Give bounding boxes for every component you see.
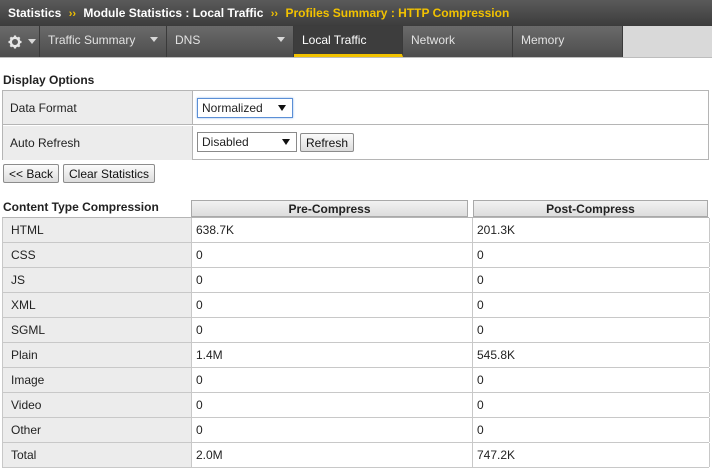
pre-compress-cell: 0 (192, 268, 473, 292)
table-row: CSS 0 0 (3, 243, 710, 268)
content-type-cell: Image (3, 368, 192, 392)
tab-label: Memory (521, 33, 565, 47)
content-type-cell: Other (3, 418, 192, 442)
tab-traffic-summary[interactable]: Traffic Summary (40, 26, 167, 57)
table-row: Other 0 0 (3, 418, 710, 443)
column-header-post-compress: Post-Compress (473, 200, 708, 217)
tab-bar: Traffic Summary DNS Local Traffic Networ… (0, 26, 712, 58)
table-row: Plain 1.4M 545.8K (3, 343, 710, 368)
tab-label: Network (411, 33, 456, 47)
content-type-cell: JS (3, 268, 192, 292)
pre-compress-cell: 0 (192, 418, 473, 442)
breadcrumb-separator: ›› (68, 8, 77, 20)
column-header-pre-compress: Pre-Compress (191, 200, 468, 217)
breadcrumb-item-statistics[interactable]: Statistics (8, 6, 61, 20)
post-compress-cell: 0 (473, 268, 710, 292)
table-row: HTML 638.7K 201.3K (3, 218, 710, 243)
display-options-title: Display Options (3, 73, 95, 87)
chevron-down-icon (150, 37, 158, 42)
table-row: SGML 0 0 (3, 318, 710, 343)
post-compress-cell: 0 (473, 243, 710, 267)
post-compress-cell: 0 (473, 418, 710, 442)
pre-compress-cell: 2.0M (192, 443, 473, 467)
breadcrumb: Statistics ›› Module Statistics : Local … (0, 0, 712, 26)
pre-compress-cell: 0 (192, 243, 473, 267)
post-compress-cell: 747.2K (473, 443, 710, 467)
dropdown-arrow-icon (282, 139, 290, 145)
table-row: JS 0 0 (3, 268, 710, 293)
post-compress-cell: 0 (473, 393, 710, 417)
chevron-down-icon (28, 39, 36, 44)
gear-icon (8, 35, 22, 49)
pre-compress-cell: 1.4M (192, 343, 473, 367)
chevron-down-icon (277, 37, 285, 42)
content-type-cell: CSS (3, 243, 192, 267)
tab-label: Local Traffic (302, 33, 367, 47)
breadcrumb-item-module-statistics[interactable]: Module Statistics : Local Traffic (83, 6, 263, 20)
breadcrumb-current: Profiles Summary : HTTP Compression (285, 6, 510, 20)
data-format-value: Normalized (202, 101, 263, 115)
tab-network[interactable]: Network (403, 26, 513, 57)
auto-refresh-row: Auto Refresh Disabled Refresh (3, 126, 708, 160)
tab-memory[interactable]: Memory (513, 26, 623, 57)
pre-compress-cell: 0 (192, 293, 473, 317)
content-type-cell: SGML (3, 318, 192, 342)
gear-menu-button[interactable] (0, 26, 40, 57)
data-format-row: Data Format Normalized (3, 91, 708, 125)
compression-table: HTML 638.7K 201.3K CSS 0 0 JS 0 0 XML 0 0 SGML 0 0 Plai… (2, 217, 710, 468)
table-row: Total 2.0M 747.2K (3, 443, 710, 468)
refresh-button[interactable]: Refresh (300, 133, 355, 152)
clear-statistics-button[interactable]: Clear Statistics (63, 164, 156, 183)
content-type-cell: Plain (3, 343, 192, 367)
content-type-cell: Video (3, 393, 192, 417)
pre-compress-cell: 0 (192, 368, 473, 392)
auto-refresh-value: Disabled (202, 135, 249, 149)
content-type-cell: HTML (3, 218, 192, 242)
post-compress-cell: 545.8K (473, 343, 710, 367)
back-button[interactable]: << Back (3, 164, 60, 183)
dropdown-arrow-icon (278, 105, 286, 111)
tab-local-traffic[interactable]: Local Traffic (294, 26, 403, 57)
post-compress-cell: 201.3K (473, 218, 710, 242)
pre-compress-cell: 0 (192, 318, 473, 342)
pre-compress-cell: 0 (192, 393, 473, 417)
pre-compress-cell: 638.7K (192, 218, 473, 242)
table-row: XML 0 0 (3, 293, 710, 318)
tab-label: Traffic Summary (48, 33, 136, 47)
tab-dns[interactable]: DNS (167, 26, 294, 57)
display-options-panel: Data Format Normalized Auto Refresh Disa… (2, 90, 709, 160)
auto-refresh-select[interactable]: Disabled (197, 132, 297, 152)
post-compress-cell: 0 (473, 368, 710, 392)
table-title: Content Type Compression (3, 200, 159, 214)
table-row: Video 0 0 (3, 393, 710, 418)
breadcrumb-separator: ›› (270, 8, 279, 20)
table-row: Image 0 0 (3, 368, 710, 393)
content-type-cell: Total (3, 443, 192, 467)
tab-label: DNS (175, 33, 201, 47)
auto-refresh-label: Auto Refresh (3, 126, 193, 160)
post-compress-cell: 0 (473, 293, 710, 317)
data-format-label: Data Format (3, 91, 193, 124)
content-type-cell: XML (3, 293, 192, 317)
post-compress-cell: 0 (473, 318, 710, 342)
data-format-select[interactable]: Normalized (197, 98, 293, 118)
